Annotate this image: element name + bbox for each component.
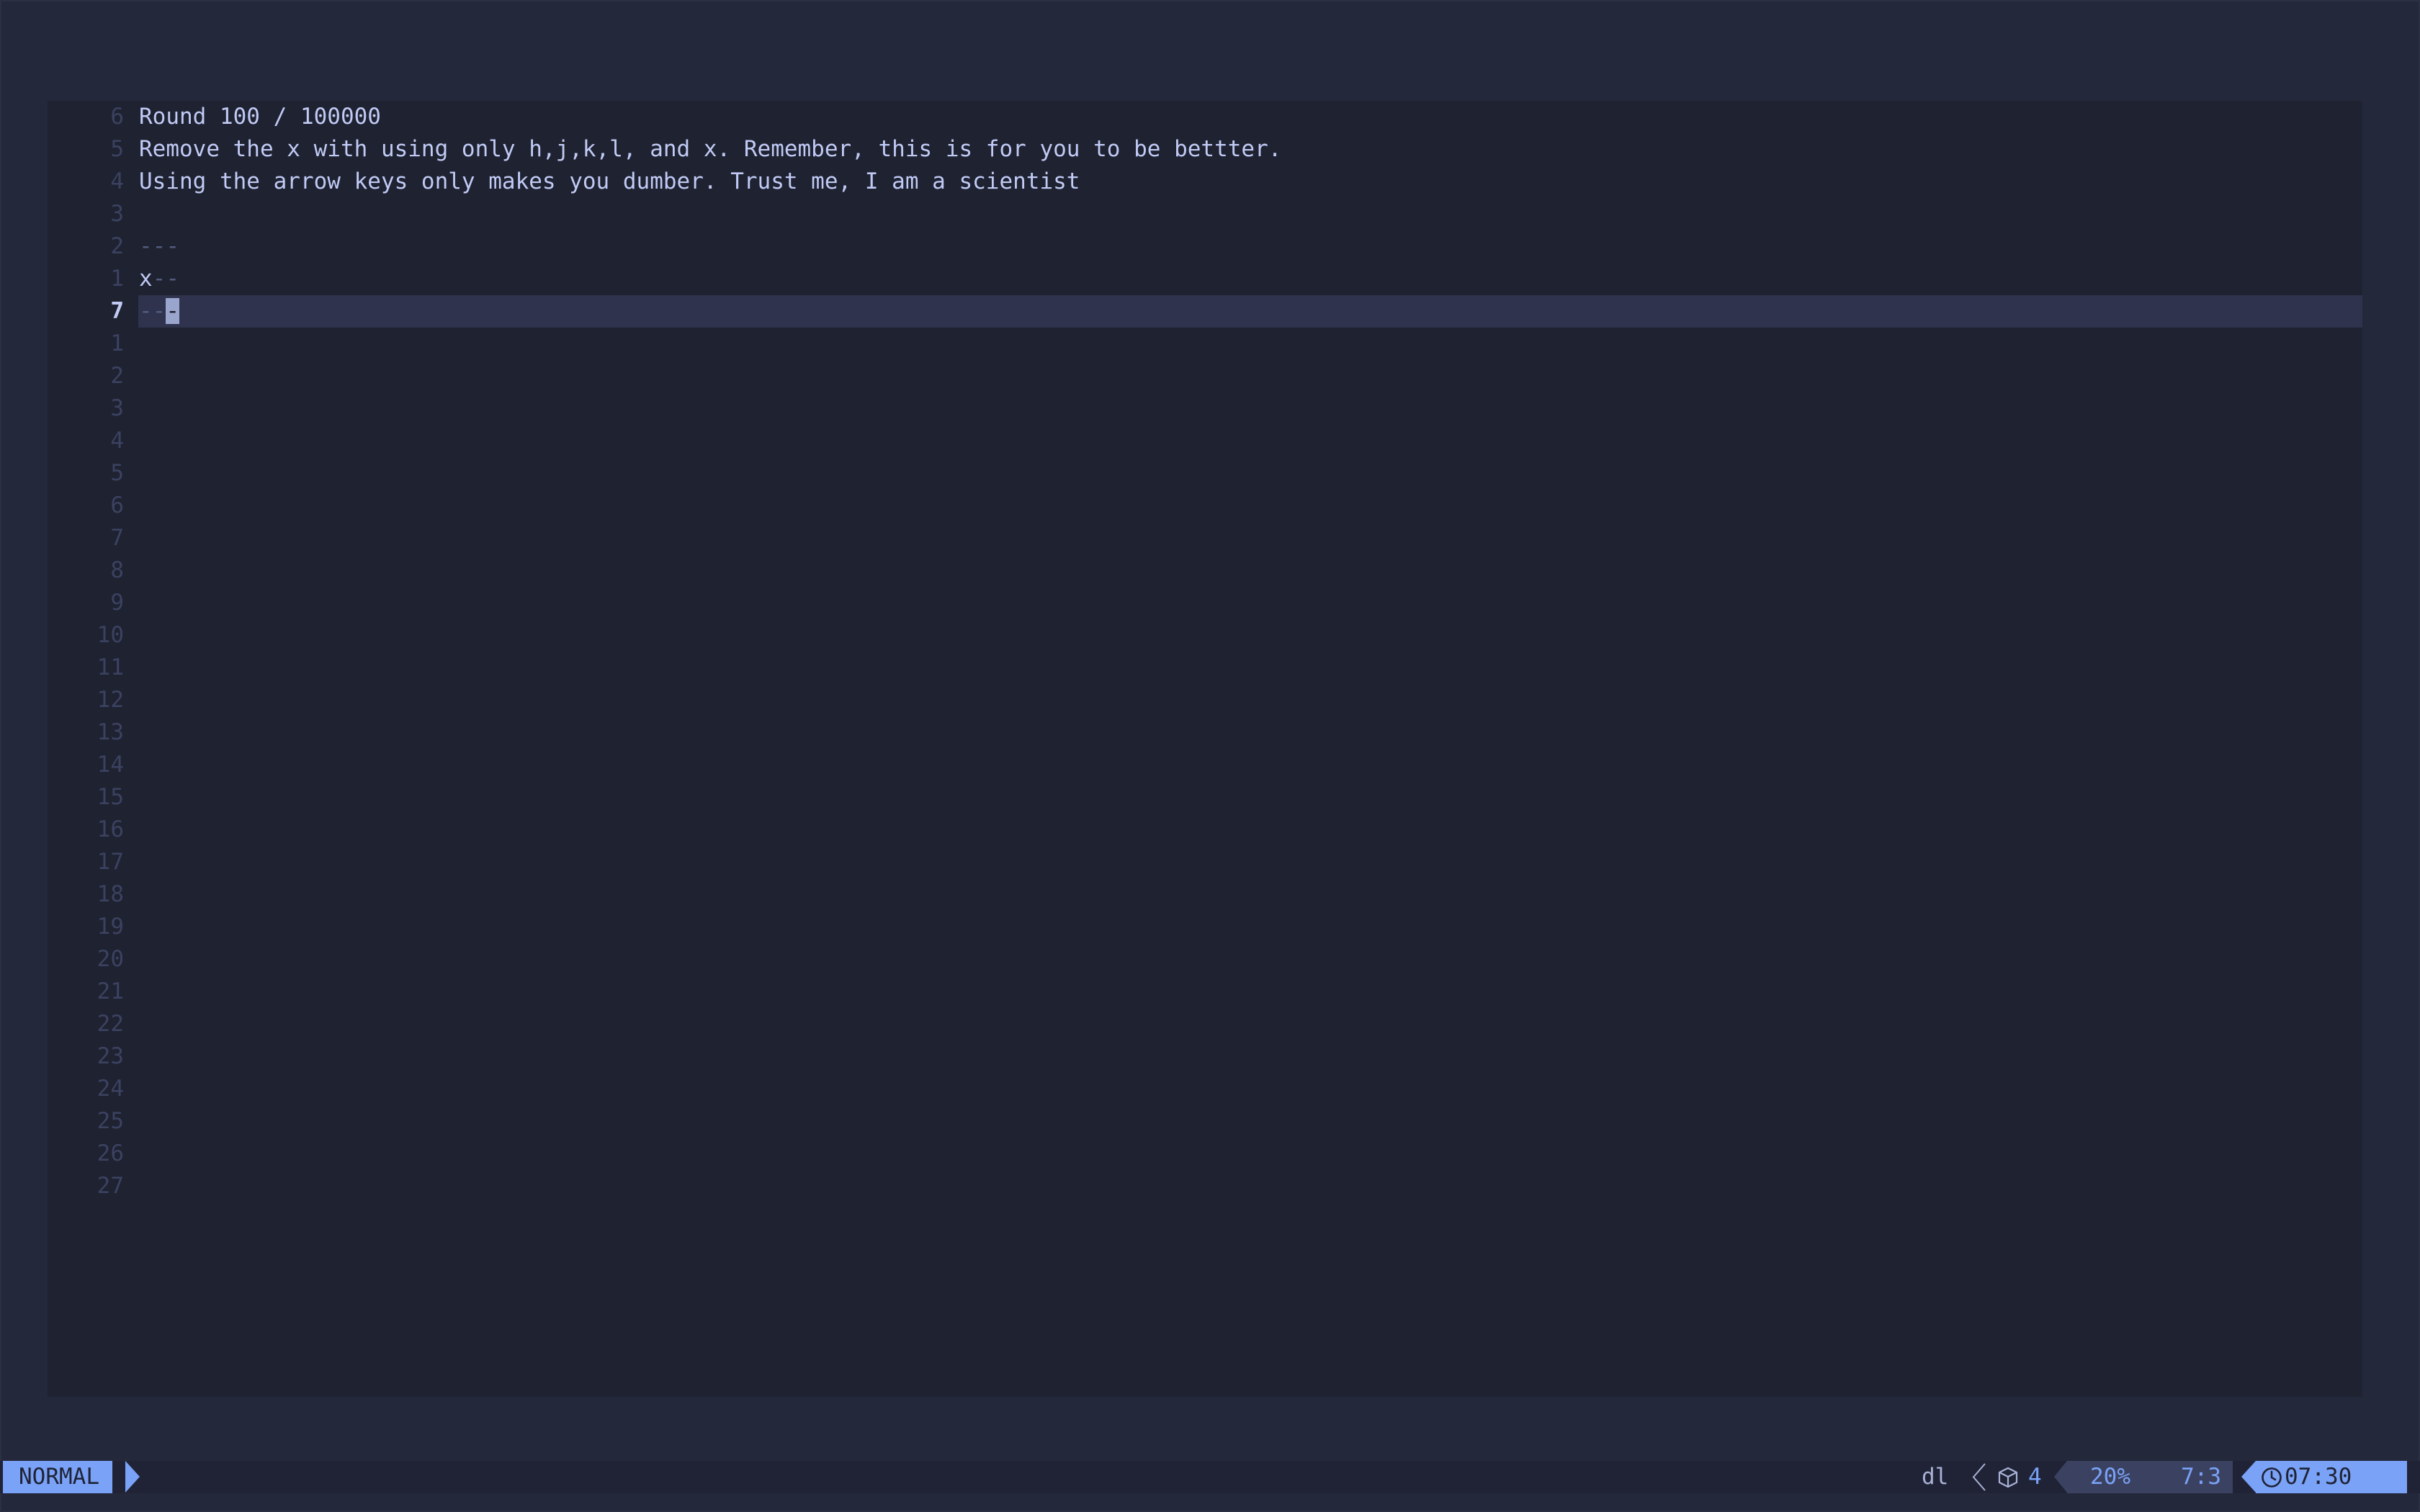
buffer-line-warning[interactable]: Using the arrow keys only makes you dumb… — [139, 166, 1080, 198]
line-number: 11 — [97, 654, 124, 680]
buffer-line-board-row[interactable]: x-- — [139, 263, 179, 295]
line-number: 20 — [97, 946, 124, 972]
buffer-line-round[interactable]: Round 100 / 100000 — [139, 101, 381, 133]
line-number: 27 — [97, 1173, 124, 1199]
line-number: 26 — [97, 1140, 124, 1166]
line-number: 1 — [110, 266, 124, 292]
line-number: 2 — [110, 363, 124, 389]
line-number: 18 — [97, 881, 124, 907]
line-number: 7 — [110, 525, 124, 551]
line-number: 22 — [97, 1011, 124, 1037]
target-x: x — [139, 266, 153, 292]
filetype-label: dl — [1922, 1464, 1949, 1490]
buffer-line-board-row-current[interactable]: --- — [139, 295, 179, 328]
current-line-number: 7 — [110, 298, 124, 324]
line-number: 17 — [97, 849, 124, 875]
chevron-left-icon — [1972, 1463, 1986, 1491]
cursor-line-highlight — [138, 295, 2362, 328]
board-dashes: -- — [139, 298, 166, 324]
clock-time: 07:30 — [2285, 1464, 2352, 1490]
line-number: 9 — [110, 590, 124, 616]
clock-icon — [2262, 1467, 2282, 1488]
line-number: 16 — [97, 816, 124, 842]
cursor-position: 7:3 — [2181, 1464, 2221, 1490]
buffer-line-instructions[interactable]: Remove the x with using only h,j,k,l, an… — [139, 133, 1281, 166]
line-number: 6 — [110, 492, 124, 518]
line-number: 3 — [110, 395, 124, 421]
progress-separator — [2054, 1461, 2067, 1493]
line-number: 4 — [110, 428, 124, 454]
scroll-percent: 20% — [2090, 1464, 2130, 1490]
line-number: 24 — [97, 1076, 124, 1102]
line-number: 4 — [110, 168, 124, 194]
line-number: 5 — [110, 136, 124, 162]
line-number: 3 — [110, 201, 124, 227]
line-number: 6 — [110, 104, 124, 130]
text-cursor: - — [166, 298, 179, 324]
clock-block: 07:30 — [2256, 1461, 2407, 1493]
mode-indicator: NORMAL — [3, 1461, 112, 1493]
line-number: 14 — [97, 752, 124, 778]
line-number: 8 — [110, 557, 124, 583]
line-number-gutter: 6 5 4 3 2 1 7 1 2 3 4 5 6 7 8 9 10 11 12… — [48, 101, 124, 1397]
line-number: 10 — [97, 622, 124, 648]
line-number: 5 — [110, 460, 124, 486]
board-dashes: -- — [152, 266, 179, 292]
lsp-count: 4 — [2028, 1464, 2042, 1490]
line-number: 15 — [97, 784, 124, 810]
editor-pane[interactable]: 6 5 4 3 2 1 7 1 2 3 4 5 6 7 8 9 10 11 12… — [48, 101, 2362, 1397]
buffer-line-board-row[interactable]: --- — [139, 230, 179, 263]
line-number: 23 — [97, 1043, 124, 1069]
line-number: 1 — [110, 330, 124, 356]
board-dashes: --- — [139, 233, 179, 259]
statusline: NORMAL dl 4 20% 7:3 07:30 — [0, 1461, 2420, 1493]
line-number: 13 — [97, 719, 124, 745]
clock-separator — [2241, 1461, 2256, 1493]
package-icon — [1998, 1467, 2018, 1488]
line-number: 19 — [97, 914, 124, 940]
line-number: 25 — [97, 1108, 124, 1134]
line-number: 2 — [110, 233, 124, 259]
lsp-status: 4 — [1996, 1461, 2042, 1493]
mode-separator — [125, 1461, 140, 1493]
line-number: 21 — [97, 978, 124, 1004]
line-number: 12 — [97, 687, 124, 713]
